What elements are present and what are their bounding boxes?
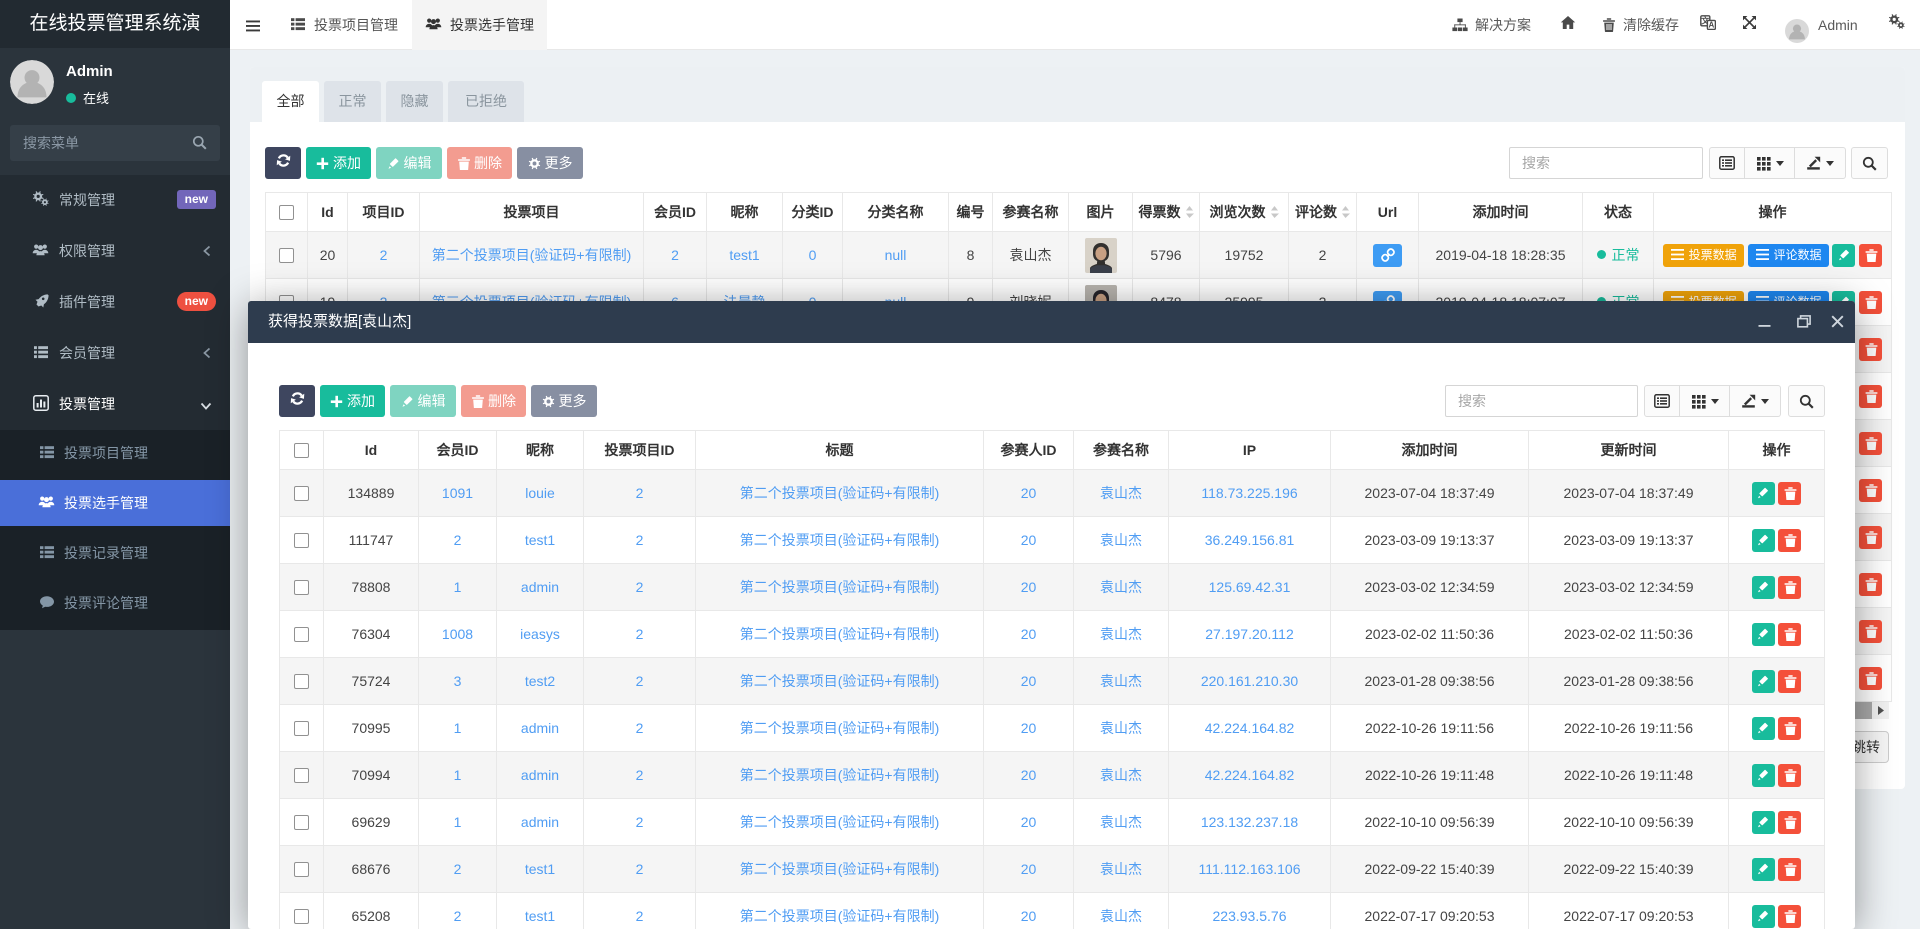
svg-text:A: A <box>1709 20 1715 29</box>
